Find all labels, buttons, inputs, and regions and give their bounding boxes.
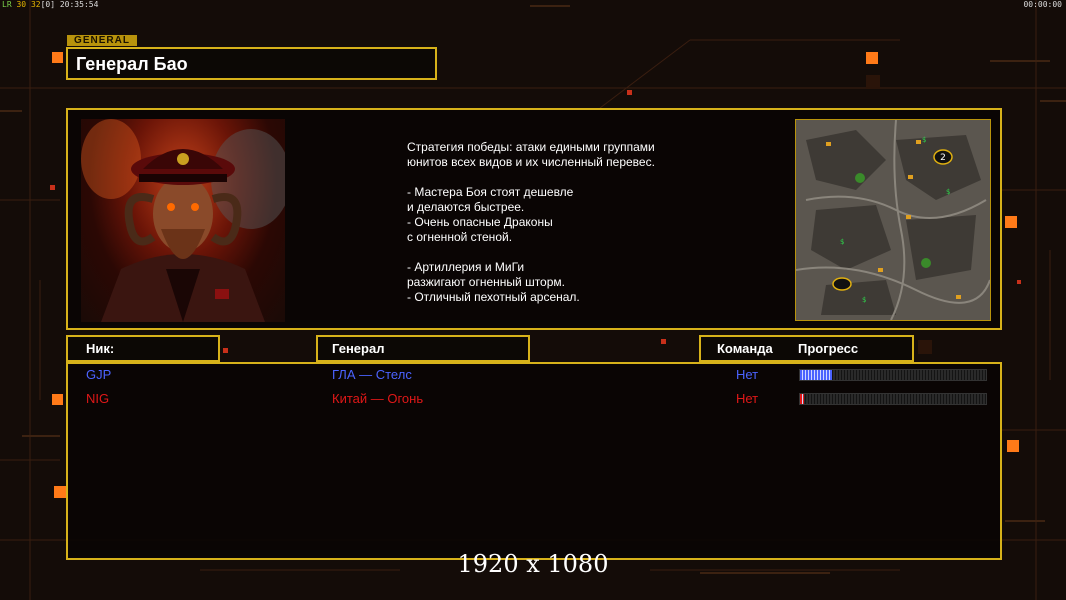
start-position-marker: 2 — [940, 153, 946, 163]
player-team: Нет — [736, 367, 759, 382]
player-row: NIG Китай — Огонь Нет — [68, 391, 1000, 409]
resolution-label: 1920 x 1080 — [457, 550, 609, 578]
player-row: GJP ГЛА — Стелс Нет — [68, 367, 1000, 385]
general-header-label: Генерал — [332, 341, 385, 356]
general-info-panel: Стратегия победы: атаки едиными группами… — [66, 108, 1002, 330]
general-title-box: Генерал Бао — [66, 47, 437, 80]
player-general: ГЛА — Стелс — [332, 367, 412, 382]
general-name: Генерал Бао — [76, 54, 188, 74]
players-panel: GJP ГЛА — Стелс Нет NIG Китай — Огонь Не… — [66, 362, 1002, 560]
svg-text:$: $ — [946, 188, 950, 196]
hud-stats: LR 30 32[0] 20:35:54 — [2, 0, 98, 9]
strategy-units: - Мастера Боя стоят дешевле и делаются б… — [407, 185, 574, 244]
svg-text:$: $ — [840, 238, 844, 246]
svg-text:$: $ — [862, 296, 866, 304]
nick-header-label: Ник: — [86, 341, 115, 356]
hud-timer: 00:00:00 — [1023, 0, 1062, 9]
map-preview: $ $ $ $ 2 — [795, 119, 991, 321]
player-progress-bar — [799, 393, 987, 405]
general-bao-portrait-icon — [81, 119, 285, 322]
hud-clock: 20:35:54 — [59, 0, 99, 9]
player-progress-fill — [800, 370, 832, 380]
strategy-artillery: - Артиллерия и МиГи разжигают огненный ш… — [407, 260, 580, 304]
team-header-label: Команда — [717, 341, 773, 356]
strategy-description: Стратегия победы: атаки едиными группами… — [407, 140, 747, 305]
hud-fps: 30 — [16, 0, 27, 9]
column-header-nick: Ник: — [66, 335, 220, 362]
player-progress-bar — [799, 369, 987, 381]
hud-prefix: LR — [2, 0, 12, 9]
column-header-general: Генерал — [316, 335, 530, 362]
svg-text:$: $ — [922, 136, 926, 144]
map-preview-icon: $ $ $ $ 2 — [796, 120, 990, 320]
general-portrait — [81, 119, 285, 322]
general-tag: GENERAL — [67, 35, 137, 46]
hud-value-c: [0] — [40, 0, 56, 9]
player-team: Нет — [736, 391, 759, 406]
hud-value-b: 32 — [30, 0, 41, 9]
player-progress-fill — [800, 394, 804, 404]
player-nick: NIG — [86, 391, 110, 406]
progress-header-label: Прогресс — [798, 341, 859, 356]
player-general: Китай — Огонь — [332, 391, 424, 406]
player-nick: GJP — [86, 367, 112, 382]
column-header-team-progress: Команда Прогресс — [699, 335, 914, 362]
strategy-summary: Стратегия победы: атаки едиными группами… — [407, 140, 655, 169]
